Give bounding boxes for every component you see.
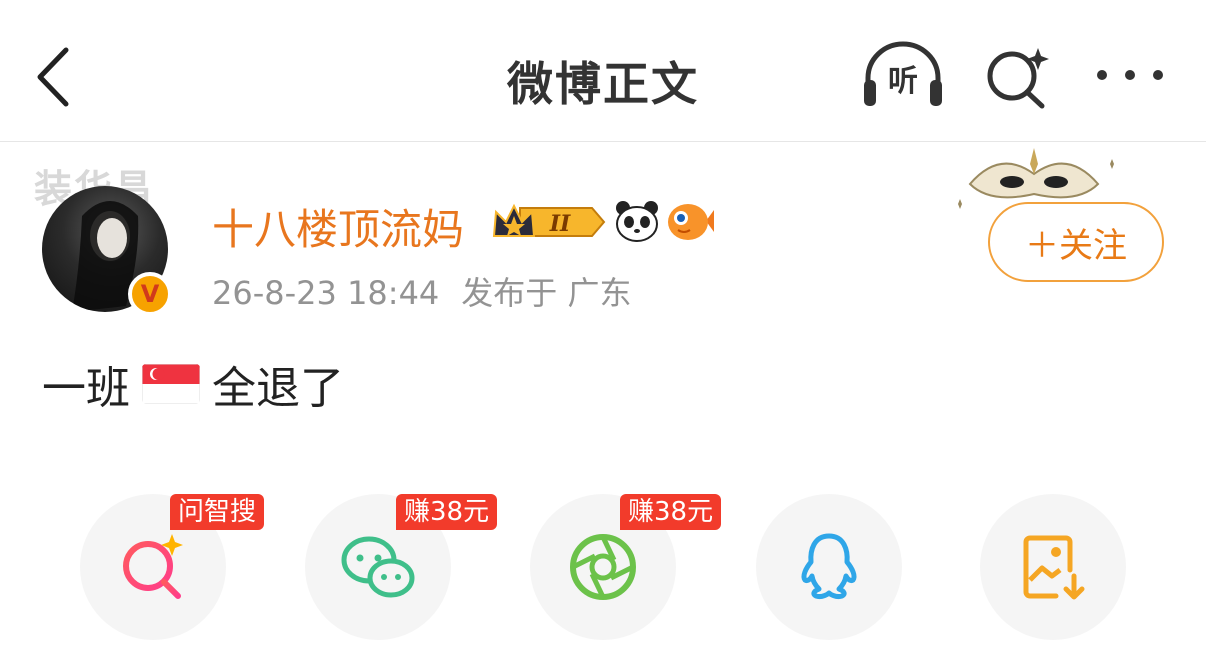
share-tag-wechat: 赚38元 (396, 494, 498, 530)
post-meta: 26-8-23 18:44 发布于 广东 (212, 268, 631, 314)
author-name[interactable]: 十八楼顶流妈 (212, 196, 464, 257)
top-bar: 微博正文 听 (0, 0, 1206, 142)
listen-label: 听 (888, 64, 918, 99)
qq-icon (801, 533, 857, 600)
badge-level-text: II (549, 211, 571, 237)
ai-search-icon (123, 534, 183, 599)
singapore-flag-icon (142, 364, 200, 404)
listen-button[interactable]: 听 (860, 40, 946, 110)
verified-badge-icon: V (128, 272, 172, 316)
save-image-icon (1023, 535, 1085, 600)
post-text-start: 一班 (42, 363, 130, 414)
share-save-image-button[interactable] (980, 494, 1126, 640)
more-options-icon[interactable] (1092, 58, 1168, 92)
follow-button[interactable]: ＋关注 (988, 202, 1164, 282)
post-content: 一班 全退了 (42, 352, 344, 416)
panda-badge-icon[interactable] (614, 198, 660, 244)
avatar-frame: 装华昌 V (28, 158, 188, 318)
moments-icon (570, 534, 636, 600)
fish-badge-icon[interactable] (664, 198, 714, 244)
crown-level-badge-icon[interactable]: II (490, 200, 606, 244)
ai-search-icon[interactable] (982, 44, 1052, 110)
post-location: 发布于 广东 (461, 274, 632, 312)
share-tag-ai-search: 问智搜 (170, 494, 265, 530)
share-tag-moments: 赚38元 (620, 494, 722, 530)
wechat-icon (341, 536, 415, 598)
post-timestamp: 26-8-23 18:44 (212, 274, 440, 312)
post-text-end: 全退了 (212, 363, 344, 414)
share-qq-button[interactable] (756, 494, 902, 640)
